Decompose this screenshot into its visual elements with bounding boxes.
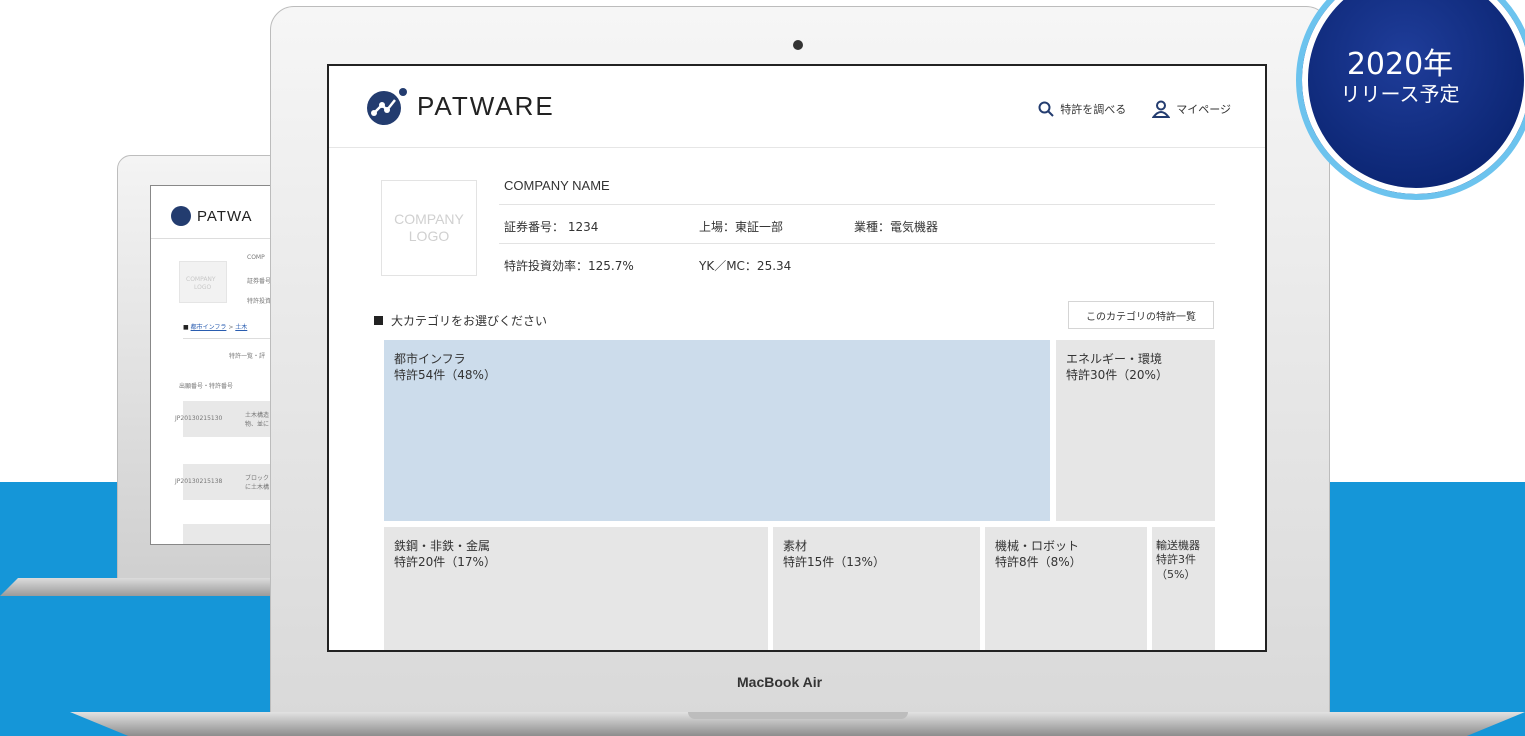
badge-year: 2020年 [1346,47,1454,82]
category-name: 素材 [783,539,808,553]
category-tile-energy[interactable]: エネルギー・環境 特許30件（20%） [1056,340,1215,521]
brand-mark-icon [171,206,191,226]
back-info: 特許投資 [247,298,272,305]
company-name: COMPANY NAME [504,178,610,193]
brand-mark-icon [367,88,407,125]
search-icon [1038,101,1054,117]
laptop-notch [688,712,908,719]
back-company-logo: COMPANY LOGO [179,261,227,303]
company-logo-text: LOGO [408,227,450,244]
row-text: 土木構造 [245,412,270,419]
back-logo-text: COMPANY [186,276,216,283]
row-text: に土木構 [245,484,270,491]
category-count: 特許30件（20%） [1066,367,1168,382]
category-count: 特許54件（48%） [394,367,496,382]
back-laptop-base [0,578,300,596]
laptop-screen: PATWARE 特許を調べる マイページ COMPANY LOGO COMPAN… [327,64,1267,652]
nav-label: マイページ [1176,103,1231,116]
patent-efficiency: 特許投資効率：125.7% [504,259,634,273]
camera-icon [793,40,803,50]
divider [499,204,1215,205]
industry: 業種：電気機器 [854,220,939,234]
category-count: 特許8件（8%） [995,554,1082,569]
back-logo-text: LOGO [194,284,212,291]
category-count: 特許3件 [1156,553,1196,567]
category-tile-steel[interactable]: 鉄鋼・非鉄・金属 特許20件（17%） [384,527,768,650]
breadcrumb-link[interactable]: 都市インフラ [191,324,227,331]
user-icon [1152,100,1171,118]
breadcrumb-separator: > [228,324,234,331]
back-breadcrumb: ■ 都市インフラ > 土木 [183,324,248,331]
category-name: エネルギー・環境 [1066,352,1163,366]
category-tile-materials[interactable]: 素材 特許15件（13%） [773,527,980,650]
category-count: 特許20件（17%） [394,554,496,569]
category-count: （5%） [1156,567,1196,581]
back-brand-text: PATWA [197,207,253,225]
category-tile-urban-infra[interactable]: 都市インフラ 特許54件（48%） [384,340,1050,521]
column-header: 出願番号・特許番号 [179,383,234,390]
category-heading: 大カテゴリをお選びください [374,312,547,329]
brand-text: PATWARE [417,90,555,121]
breadcrumb-link[interactable]: 土木 [235,324,247,331]
back-company-name: COMP [247,254,265,261]
top-nav: 特許を調べる マイページ [1038,100,1231,118]
security-code: 証券番号： 1234 [504,220,599,234]
nav-mypage[interactable]: マイページ [1152,100,1231,118]
listing-market: 上場：東証一部 [699,220,784,234]
category-patent-list-button[interactable]: このカテゴリの特許一覧 [1068,301,1214,329]
back-info: 証券番号 [247,278,272,285]
divider [499,243,1215,244]
back-logo: PATWA [171,206,253,226]
category-tile-machinery[interactable]: 機械・ロボット 特許8件（8%） [985,527,1147,650]
row-id: JP20130215130 [175,415,223,422]
row-text: 物、並に [245,421,270,428]
category-heading-text: 大カテゴリをお選びください [391,314,548,328]
company-logo: COMPANY LOGO [381,180,477,276]
app-header: PATWARE 特許を調べる マイページ [329,66,1265,148]
device-label: MacBook Air [737,674,822,690]
back-laptop-screen: PATWA COMPANY LOGO COMP 証券番号 特許投資 ■ 都市イン… [150,185,290,545]
tab-patent-list[interactable]: 特許一覧・評 [229,351,265,360]
category-tile-transport[interactable]: 輸送機器 特許3件 （5%） [1152,527,1215,650]
square-bullet-icon [374,316,383,325]
category-name: 輸送機器 [1156,539,1200,552]
category-count: 特許15件（13%） [783,554,885,569]
nav-label: 特許を調べる [1060,103,1127,116]
row-id: JP20130215138 [175,478,223,485]
badge-subtitle: リリース予定 [1340,82,1460,106]
yk-mc-ratio: YK／MC：25.34 [699,259,792,273]
category-name: 機械・ロボット [995,539,1080,553]
category-name: 都市インフラ [394,352,466,366]
company-logo-text: COMPANY [394,211,464,227]
category-name: 鉄鋼・非鉄・金属 [394,539,491,553]
row-text: ブロック [245,475,270,482]
brand-logo[interactable]: PATWARE [365,86,555,126]
release-badge-text: 2020年 リリース予定 [1310,47,1490,107]
device-label-text: MacBook Air [737,674,823,690]
nav-search-patents[interactable]: 特許を調べる [1038,100,1126,118]
